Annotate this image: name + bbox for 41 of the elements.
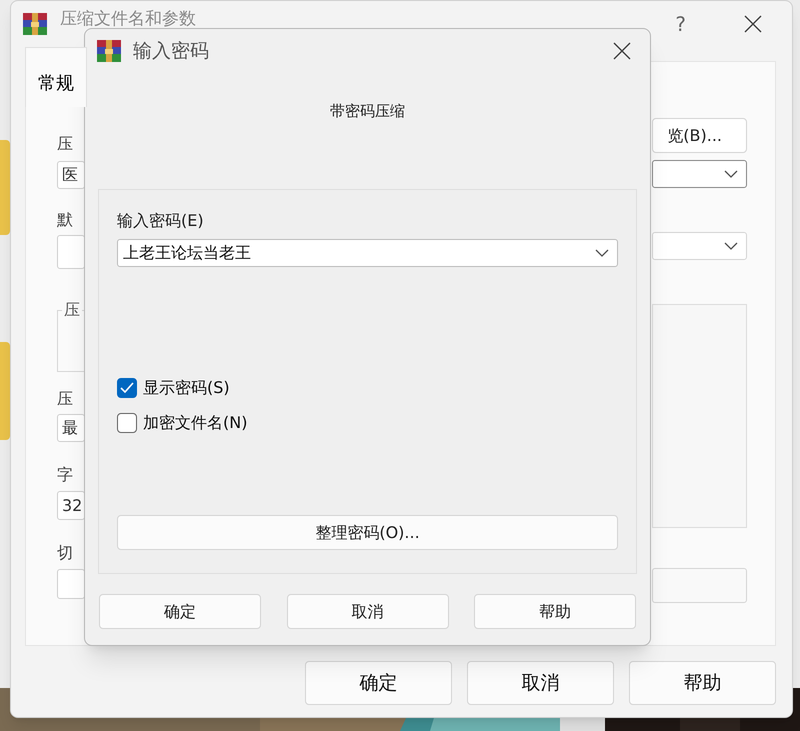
dialog-button[interactable]: 确定 xyxy=(99,594,261,629)
close-icon[interactable] xyxy=(613,42,631,60)
dialog-button[interactable]: 取消 xyxy=(467,661,614,705)
field-label: 输入密码(E) xyxy=(117,211,204,231)
check-icon xyxy=(120,382,134,394)
field-label: 字 xyxy=(57,465,73,485)
dialog-button[interactable]: 确定 xyxy=(305,661,452,705)
window-title: 压缩文件名和参数 xyxy=(60,10,196,28)
stacked-books-icon xyxy=(22,12,48,36)
chevron-down-icon[interactable] xyxy=(595,249,609,257)
organize-button[interactable]: 整理密码(O)... xyxy=(117,515,618,550)
field-label: 默 xyxy=(57,210,73,230)
help-button[interactable]: ? xyxy=(675,9,686,39)
input-field[interactable] xyxy=(57,569,85,599)
chevron-down-icon[interactable] xyxy=(724,242,738,250)
tab[interactable]: 常规 xyxy=(25,47,87,107)
dialog-heading: 带密码压缩 xyxy=(330,101,405,121)
field-label: 切 xyxy=(57,543,73,563)
dialog-button[interactable]: 帮助 xyxy=(629,661,776,705)
input-field[interactable]: 32 xyxy=(57,491,85,520)
dialog-title: 输入密码 xyxy=(133,38,209,64)
field-label: 压 xyxy=(57,134,73,154)
dialog-button[interactable]: 取消 xyxy=(286,594,448,629)
dropdown[interactable] xyxy=(652,160,747,188)
checkbox-label: 加密文件名(N) xyxy=(143,413,248,433)
field-label: 压 xyxy=(57,389,73,409)
browse-button[interactable]: 览(B)... xyxy=(652,118,747,153)
field-value: 上老王论坛当老王 xyxy=(123,242,251,264)
input-field[interactable]: 最 xyxy=(57,414,85,442)
input-field[interactable]: 医 xyxy=(57,161,85,189)
checkbox[interactable] xyxy=(117,378,137,398)
input-field[interactable] xyxy=(57,235,85,269)
dialog-button[interactable]: 帮助 xyxy=(474,594,636,629)
checkbox-label: 显示密码(S) xyxy=(143,378,230,398)
close-icon[interactable] xyxy=(744,15,762,33)
stacked-books-icon xyxy=(96,39,122,63)
chevron-down-icon[interactable] xyxy=(724,170,738,178)
checkbox[interactable] xyxy=(117,413,137,433)
group-label: 压 xyxy=(63,299,81,321)
input-field[interactable] xyxy=(652,568,747,603)
password-combo[interactable]: 上老王论坛当老王 xyxy=(117,239,618,267)
